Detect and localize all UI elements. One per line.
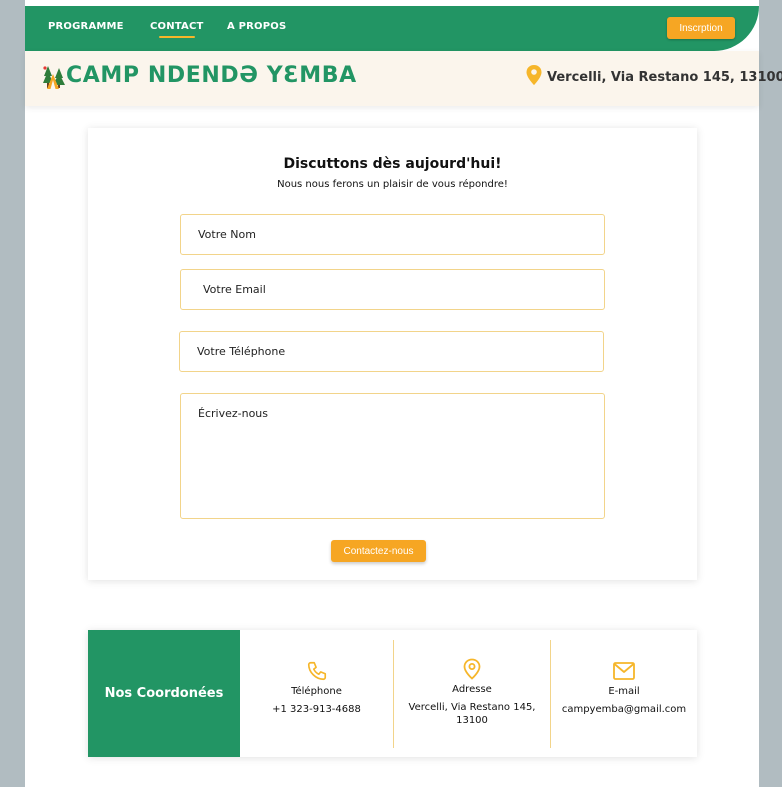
phone-value[interactable]: +1 323-913-4688 <box>240 703 393 716</box>
email-column: E-mail campyemba@gmail.com <box>551 630 697 757</box>
map-pin-icon <box>526 65 542 85</box>
camp-tent-trees-icon[interactable] <box>42 64 66 90</box>
form-title: Discuttons dès aujourd'hui! <box>283 156 502 172</box>
main-navbar: PROGRAMME CONTACT A PROPOS Inscrption <box>25 6 759 51</box>
envelope-icon <box>613 662 635 680</box>
form-subtitle: Nous nous ferons un plaisir de vous répo… <box>277 179 508 190</box>
name-placeholder: Votre Nom <box>198 228 256 241</box>
inscription-button[interactable]: Inscrption <box>667 17 735 39</box>
email-input[interactable]: Votre Email <box>180 269 605 310</box>
nav-item-contact[interactable]: CONTACT <box>150 21 204 38</box>
coordinates-section: Nos Coordonées Téléphone +1 323-913-4688… <box>88 630 697 757</box>
phone-column: Téléphone +1 323-913-4688 <box>240 630 393 757</box>
address-value-line1: Vercelli, Via Restano 145, <box>408 702 536 713</box>
brand-title[interactable]: CAMP NDENDƏ YƐMBA <box>66 63 357 88</box>
coordinates-heading: Nos Coordonées <box>88 630 240 757</box>
contact-form-card: Discuttons dès aujourd'hui! Nous nous fe… <box>88 128 697 580</box>
nav-item-programme[interactable]: PROGRAMME <box>48 21 124 32</box>
phone-icon <box>307 661 326 681</box>
name-input[interactable]: Votre Nom <box>180 214 605 255</box>
contact-submit-button[interactable]: Contactez-nous <box>331 540 426 562</box>
brand-bar: CAMP NDENDƏ YƐMBA Vercelli, Via Restano … <box>25 51 782 106</box>
phone-label: Téléphone <box>291 686 342 697</box>
location-pin-icon <box>463 658 481 680</box>
address-label: Adresse <box>452 684 492 695</box>
address-value-line2: 13100 <box>456 715 488 726</box>
address-column: Adresse Vercelli, Via Restano 145, 13100 <box>394 630 550 757</box>
phone-input[interactable]: Votre Téléphone <box>179 331 604 372</box>
message-placeholder: Écrivez-nous <box>198 407 269 420</box>
phone-placeholder: Votre Téléphone <box>197 345 286 358</box>
message-textarea[interactable]: Écrivez-nous <box>180 393 605 519</box>
email-value[interactable]: campyemba@gmail.com <box>551 703 697 716</box>
email-placeholder: Votre Email <box>203 283 266 296</box>
header-address: Vercelli, Via Restano 145, 13100 <box>547 70 782 85</box>
email-label: E-mail <box>608 686 640 697</box>
page: PROGRAMME CONTACT A PROPOS Inscrption CA… <box>25 0 782 787</box>
nav-item-a-propos[interactable]: A PROPOS <box>227 21 286 32</box>
